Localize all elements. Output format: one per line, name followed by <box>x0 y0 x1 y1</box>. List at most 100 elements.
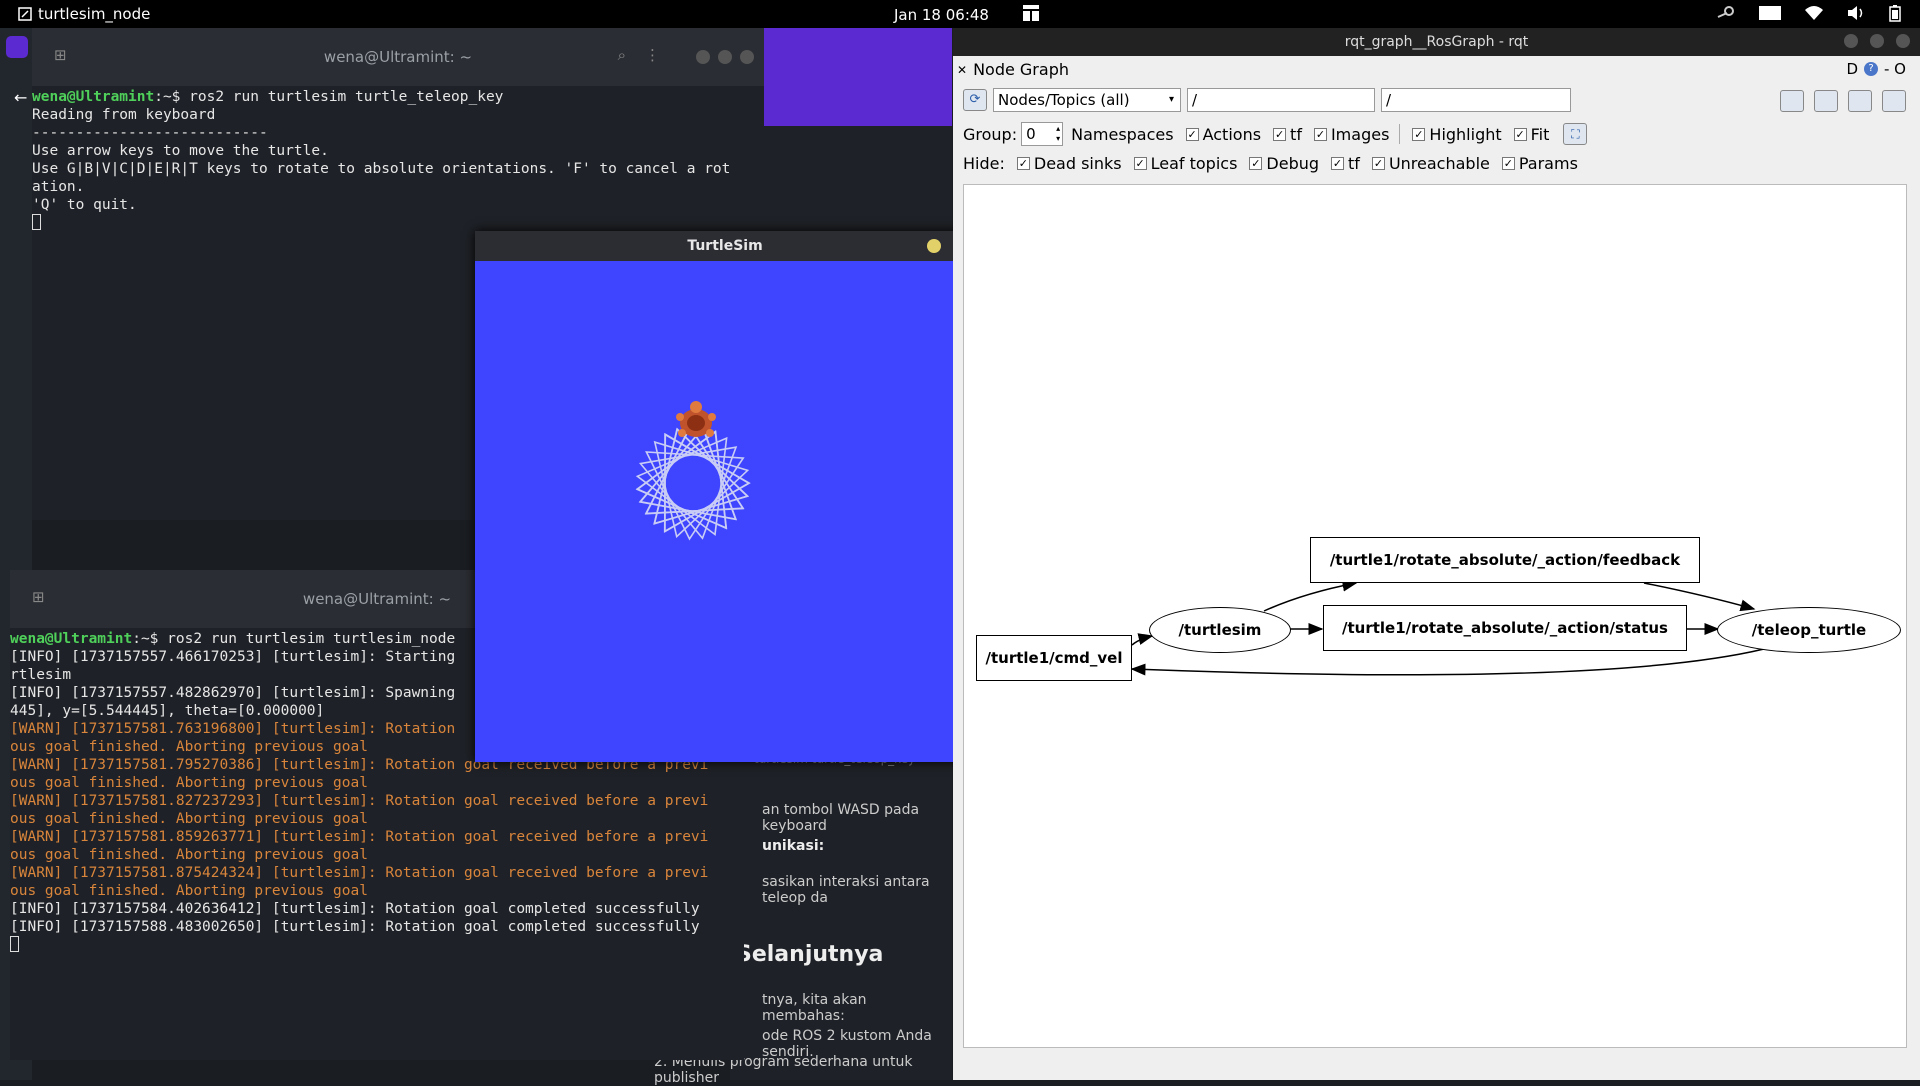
separator <box>1399 124 1401 144</box>
panel-title: Node Graph <box>973 60 1069 79</box>
panel-controls[interactable]: - O <box>1884 60 1906 78</box>
graph-node-turtlesim[interactable]: /turtlesim <box>1149 607 1291 653</box>
images-checkbox[interactable]: ✓ <box>1313 127 1327 141</box>
fit-label: Fit <box>1530 124 1550 144</box>
turtlesim-title-bar[interactable]: TurtleSim <box>475 231 975 261</box>
minimize-button[interactable] <box>1844 34 1858 48</box>
new-tab-icon[interactable]: ⊞ <box>32 588 45 606</box>
layout-icon[interactable] <box>1022 4 1040 22</box>
spin-arrows-icon[interactable]: ▴ ▾ <box>1056 124 1060 144</box>
rqt-window[interactable]: rqt_graph__RosGraph - rqt ✕ Node Graph D… <box>953 28 1920 1080</box>
group-label: Group: <box>963 124 1018 144</box>
refresh-button[interactable]: ⟳ <box>963 89 987 111</box>
node-filter-input[interactable]: / <box>1187 88 1375 112</box>
load-dot-button[interactable] <box>1780 90 1804 112</box>
highlight-checkbox[interactable]: ✓ <box>1412 127 1426 141</box>
clock[interactable]: Jan 18 06:48 <box>894 6 989 24</box>
close-button[interactable] <box>1896 34 1910 48</box>
actions-checkbox[interactable]: ✓ <box>1185 127 1199 141</box>
edge-cmdvel-turtlesim <box>1131 633 1154 646</box>
doc-line: an tombol WASD pada keyboard <box>762 802 920 834</box>
graph-topic-cmd-vel[interactable]: /turtle1/cmd_vel <box>976 635 1132 681</box>
graph-canvas[interactable]: /turtle1/rotate_absolute/_action/feedbac… <box>963 184 1907 1048</box>
debug-label: Debug <box>1266 154 1320 173</box>
output-line: Use arrow keys to move the turtle. <box>32 143 329 159</box>
graph-mode-value: Nodes/Topics (all) <box>998 91 1130 109</box>
prompt-command: :~$ ros2 run turtlesim turtlesim_node <box>132 631 456 647</box>
output-line: ous goal finished. Aborting previous goa… <box>10 883 368 899</box>
terminal-output: wena@Ultramint:~$ ros2 run turtlesim tur… <box>32 86 764 235</box>
output-line: [WARN] [1737157581.859263771] [turtlesim… <box>10 829 709 845</box>
volume-icon[interactable] <box>1846 4 1866 22</box>
hide-label: Hide: <box>963 154 1005 173</box>
output-line: ous goal finished. Aborting previous goa… <box>10 739 368 755</box>
turtlesim-title: TurtleSim <box>687 238 763 254</box>
search-icon[interactable]: ⌕ <box>618 46 626 64</box>
group-spinbox[interactable]: 0 ▴ ▾ <box>1021 122 1064 146</box>
rqt-title: rqt_graph__RosGraph - rqt <box>1344 34 1529 50</box>
graph-topic-feedback[interactable]: /turtle1/rotate_absolute/_action/feedbac… <box>1310 537 1700 583</box>
actions-label: Actions <box>1202 124 1262 144</box>
rqt-title-bar[interactable]: rqt_graph__RosGraph - rqt <box>953 28 1920 56</box>
prompt-command: :~$ ros2 run turtlesim turtle_teleop_key <box>154 89 504 105</box>
save-image-button[interactable] <box>1882 90 1906 112</box>
active-app[interactable]: turtlesim_node <box>18 5 150 23</box>
chevron-down-icon: ▾ <box>1168 94 1174 105</box>
debug-checkbox[interactable]: ✓ <box>1249 157 1263 170</box>
output-line: [INFO] [1737157557.482862970] [turtlesim… <box>10 685 456 701</box>
app-window-icon <box>18 7 32 21</box>
dead-sinks-label: Dead sinks <box>1033 154 1122 173</box>
wifi-icon[interactable] <box>1804 4 1824 22</box>
turtlesim-window[interactable]: TurtleSim <box>475 231 975 762</box>
save-dot-button[interactable] <box>1814 90 1838 112</box>
steam-icon[interactable] <box>1716 4 1736 22</box>
params-checkbox[interactable]: ✓ <box>1501 157 1515 170</box>
output-line: [WARN] [1737157581.763196800] [turtlesim… <box>10 721 456 737</box>
new-tab-icon[interactable]: ⊞ <box>54 46 67 64</box>
fit-view-button[interactable]: ⛶ <box>1563 123 1588 145</box>
terminal-cursor <box>10 936 19 952</box>
fit-checkbox[interactable]: ✓ <box>1513 127 1527 141</box>
close-button[interactable] <box>740 50 754 64</box>
output-line: Use G|B|V|C|D|E|R|T keys to rotate to ab… <box>32 161 731 177</box>
tf-label: tf <box>1290 124 1302 144</box>
turtle-canvas[interactable] <box>475 261 975 762</box>
output-line: Reading from keyboard <box>32 107 216 123</box>
help-icon[interactable]: ? <box>1864 62 1878 76</box>
graph-node-teleop[interactable]: /teleop_turtle <box>1717 607 1901 653</box>
topic-filter-input[interactable]: / <box>1381 88 1571 112</box>
unreachable-checkbox[interactable]: ✓ <box>1371 157 1385 170</box>
sidebar-menu-button[interactable] <box>6 36 28 58</box>
output-line: ous goal finished. Aborting previous goa… <box>10 811 368 827</box>
top-bar: turtlesim_node Jan 18 06:48 <box>0 0 1920 28</box>
battery-icon[interactable] <box>1888 4 1902 22</box>
output-line: ation. <box>32 179 85 195</box>
doc-line: unikasi: <box>762 838 825 854</box>
menu-icon[interactable]: ⋮ <box>645 46 660 64</box>
output-line: [WARN] [1737157581.875424324] [turtlesim… <box>10 865 709 881</box>
params-label: Params <box>1518 154 1578 173</box>
leaf-topics-checkbox[interactable]: ✓ <box>1133 157 1147 170</box>
terminal-title: wena@Ultramint: ~ <box>323 48 473 66</box>
back-arrow-icon[interactable]: ← <box>14 88 27 107</box>
minimize-button[interactable] <box>927 239 941 253</box>
group-value: 0 <box>1026 125 1036 143</box>
terminal-title-bar[interactable]: wena@Ultramint: ~ ⊞ ⌕ ⋮ <box>32 28 764 86</box>
panel-dock-label[interactable]: D <box>1846 60 1858 78</box>
maximize-button[interactable] <box>1870 34 1884 48</box>
tf-hide-label: tf <box>1348 154 1360 173</box>
prompt-user: wena@Ultramint <box>32 89 155 105</box>
panel-grip-icon[interactable]: ✕ <box>957 63 967 77</box>
dead-sinks-checkbox[interactable]: ✓ <box>1016 157 1030 170</box>
minimize-button[interactable] <box>696 50 710 64</box>
tf-checkbox[interactable]: ✓ <box>1273 127 1287 141</box>
output-line: rtlesim <box>10 667 72 683</box>
tf-hide-checkbox[interactable]: ✓ <box>1331 157 1345 170</box>
display-icon[interactable] <box>1758 4 1782 22</box>
save-svg-button[interactable] <box>1848 90 1872 112</box>
output-line: 445], y=[5.544445], theta=[0.000000] <box>10 703 325 719</box>
graph-mode-select[interactable]: Nodes/Topics (all) ▾ <box>993 88 1181 112</box>
maximize-button[interactable] <box>718 50 732 64</box>
graph-topic-status[interactable]: /turtle1/rotate_absolute/_action/status <box>1323 605 1687 651</box>
doc-line: sasikan interaksi antara teleop da <box>762 874 930 906</box>
